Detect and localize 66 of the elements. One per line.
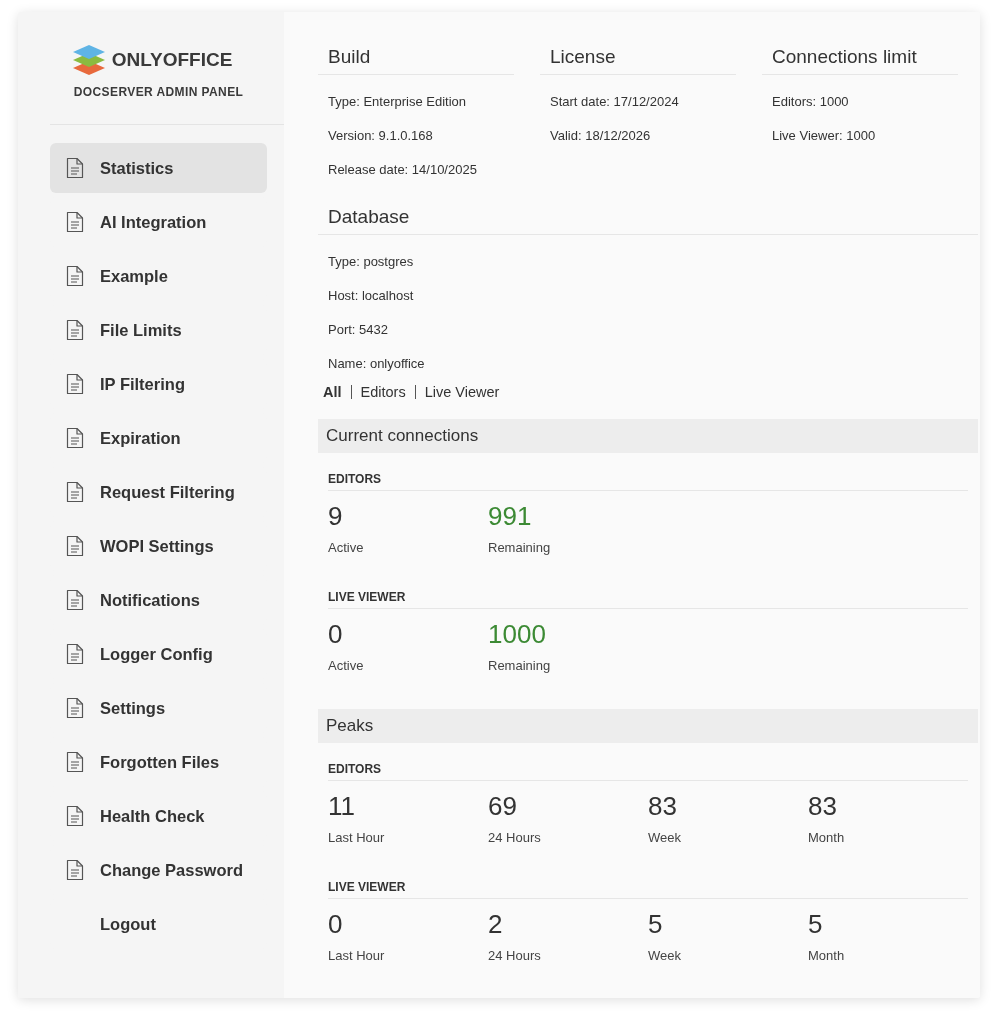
document-icon [66,805,84,827]
stat-label: Active [328,657,364,675]
panel-subtitle: DOCSERVER ADMIN PANEL [73,84,244,100]
info-text: Version: 9.1.0.168 [327,127,434,145]
stat-value: 83 [648,791,677,821]
info-text: Start date: 17/12/2024 [549,93,680,111]
brand-name: ONLYOFFICE [111,48,233,72]
section-title: Database [318,205,978,235]
stat-value: 5 [808,909,823,939]
info-text: Release date: 14/10/2025 [327,161,478,179]
section-header: Current connections [318,419,978,453]
section-title: Connections limit [762,45,958,75]
document-icon [66,157,84,179]
document-icon [66,535,84,557]
sidebar-item[interactable]: Statistics [50,143,267,193]
filter-tab[interactable]: Editors [360,381,406,403]
document-icon [66,373,84,395]
info-text: Type: Enterprise Edition [327,93,468,111]
info-text: Valid: 18/12/2026 [549,127,652,145]
filter-tab[interactable]: Live Viewer [424,381,500,403]
group-title: EDITORS [328,761,968,781]
group-title: LIVE VIEWER [328,589,968,609]
stat-label: Last Hour [328,947,385,965]
stat-value: 83 [808,791,837,821]
stat-label: Month [808,947,845,965]
document-icon [66,481,84,503]
document-icon [66,589,84,611]
stat-label: 24 Hours [488,829,541,847]
document-icon [66,211,84,233]
stat-label: 24 Hours [488,947,541,965]
section-header: Peaks [318,709,978,743]
stat-value: 0 [328,619,343,649]
document-icon [66,697,84,719]
stat-label: Week [648,829,681,847]
document-icon [66,265,84,287]
info-text: Port: 5432 [327,321,389,339]
info-text: Host: localhost [327,287,415,305]
stat-value: 5 [648,909,663,939]
group-title: LIVE VIEWER [328,879,968,899]
info-text: Live Viewer: 1000 [771,127,877,145]
layers-logo-icon [72,45,105,75]
stat-label: Active [328,539,364,557]
filter-tab[interactable]: All [323,381,342,403]
info-text: Editors: 1000 [771,93,850,111]
stat-label: Month [808,829,845,847]
group-title: EDITORS [328,471,968,491]
section-title: Build [318,45,514,75]
stat-label: Week [648,947,681,965]
stat-value: 69 [488,791,517,821]
stat-label: Last Hour [328,829,385,847]
stat-value: 9 [328,501,343,531]
document-icon [66,859,84,881]
stat-label: Remaining [488,539,551,557]
stat-value: 0 [328,909,343,939]
document-icon [66,427,84,449]
info-text: Name: onlyoffice [327,355,426,373]
stat-label: Remaining [488,657,551,675]
section-title: License [540,45,736,75]
document-icon [66,319,84,341]
stat-value: 991 [488,501,532,531]
document-icon [66,751,84,773]
info-text: Type: postgres [327,253,415,271]
stat-value: 2 [488,909,503,939]
stat-value: 11 [328,791,355,821]
document-icon [66,643,84,665]
stat-value: 1000 [488,619,546,649]
